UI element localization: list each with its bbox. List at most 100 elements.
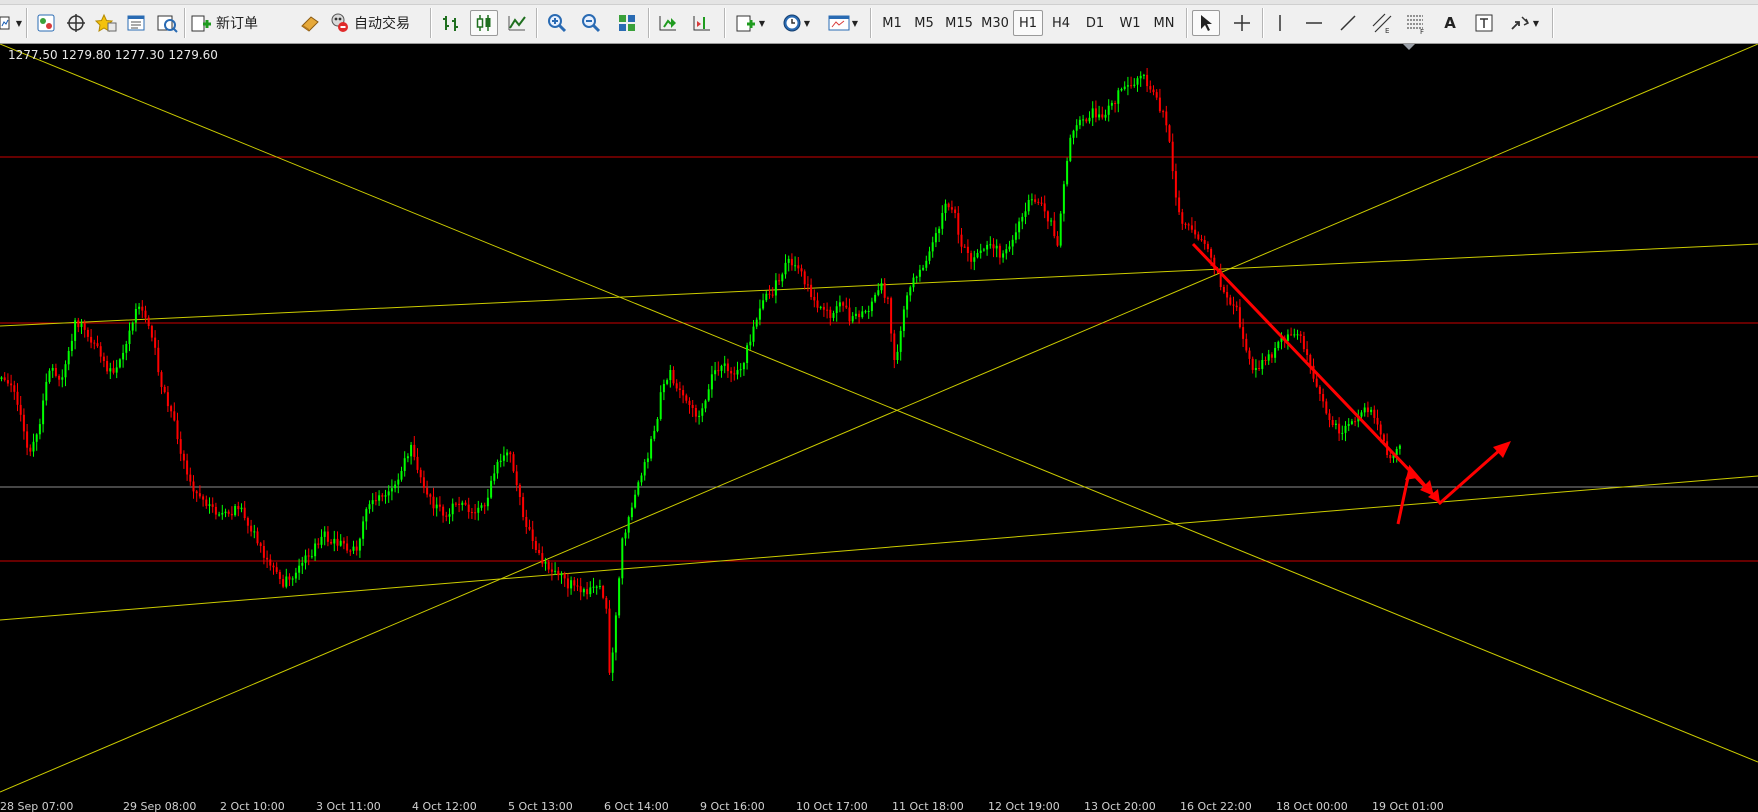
- bull-candle: [570, 580, 573, 589]
- bull-candle: [42, 400, 45, 425]
- trendline-upper-channel[interactable]: [0, 243, 1758, 327]
- chart-shift-marker[interactable]: [1403, 44, 1415, 50]
- periods-icon[interactable]: ▼: [776, 10, 816, 36]
- timeframe-m15[interactable]: M15: [942, 10, 976, 36]
- bull-candle: [1126, 85, 1129, 87]
- bar-chart-icon[interactable]: [438, 10, 464, 36]
- bull-candle: [707, 389, 710, 401]
- strategy-tester-icon[interactable]: [154, 10, 180, 36]
- timeframe-h4[interactable]: H4: [1046, 10, 1076, 36]
- crosshair-icon[interactable]: [1228, 10, 1256, 36]
- text-tool-icon[interactable]: A: [1436, 10, 1464, 36]
- bear-candle: [1152, 89, 1155, 93]
- new-chart-icon[interactable]: ▼: [0, 10, 22, 36]
- bear-candle: [829, 309, 832, 318]
- bear-candle: [1053, 220, 1056, 237]
- bear-candle: [269, 559, 272, 566]
- bear-candle: [509, 452, 512, 455]
- candlestick-series: [0, 68, 1401, 681]
- tile-windows-icon[interactable]: [614, 10, 640, 36]
- text-label-icon[interactable]: [1470, 10, 1498, 36]
- timeframe-m1[interactable]: M1: [878, 10, 906, 36]
- bear-candle: [317, 543, 320, 545]
- favorites-icon[interactable]: [94, 10, 118, 36]
- chart-shift-icon[interactable]: [688, 10, 716, 36]
- bear-candle: [1354, 421, 1357, 423]
- bull-candle: [74, 320, 77, 341]
- arrows-icon[interactable]: ▼: [1504, 10, 1544, 36]
- bear-candle: [797, 265, 800, 269]
- auto-trading-button[interactable]: 自动交易: [328, 10, 420, 36]
- bull-candle: [864, 311, 867, 313]
- bull-candle: [704, 400, 707, 409]
- bear-candle: [778, 280, 781, 282]
- candlestick-icon[interactable]: [470, 10, 498, 36]
- bear-candle: [518, 484, 521, 497]
- svg-text:F: F: [1420, 28, 1424, 34]
- bear-candle: [86, 329, 89, 337]
- equidistant-channel-icon[interactable]: E: [1368, 10, 1396, 36]
- timeframe-mn[interactable]: MN: [1148, 10, 1180, 36]
- bear-candle: [576, 585, 579, 587]
- menu-strip-remnant: [0, 0, 1758, 5]
- vertical-line-icon[interactable]: [1266, 10, 1294, 36]
- bear-candle: [429, 494, 432, 497]
- chart-canvas[interactable]: [0, 44, 1758, 800]
- bear-candle: [566, 578, 569, 589]
- bear-candle: [230, 513, 233, 516]
- autoscroll-icon[interactable]: [654, 10, 682, 36]
- navigator-icon[interactable]: [64, 10, 88, 36]
- time-label: 28 Sep 07:00: [0, 800, 74, 812]
- down-arrow-line[interactable]: [1191, 242, 1436, 498]
- zoom-in-icon[interactable]: [544, 10, 570, 36]
- trendline-falling[interactable]: [0, 44, 1758, 763]
- bear-candle: [1085, 119, 1088, 122]
- timeframe-m5[interactable]: M5: [910, 10, 938, 36]
- bear-candle: [1222, 287, 1225, 293]
- bear-candle: [1373, 409, 1376, 418]
- cursor-icon[interactable]: [1192, 10, 1220, 36]
- bear-candle: [1187, 224, 1190, 226]
- terminal-icon[interactable]: [124, 10, 148, 36]
- bear-candle: [243, 507, 246, 518]
- bear-candle: [1184, 223, 1187, 225]
- main-toolbar: ▼ 新订单 自动交易 ▼ ▼ ▼ M1 M5 M15 M30 H1 H4 D1 …: [0, 0, 1758, 44]
- market-watch-icon[interactable]: [34, 10, 58, 36]
- new-order-button[interactable]: 新订单: [190, 10, 288, 36]
- bear-candle: [77, 320, 80, 328]
- bear-candle: [83, 323, 86, 330]
- bear-candle: [733, 373, 736, 375]
- horizontal-line-icon[interactable]: [1300, 10, 1328, 36]
- indicators-icon[interactable]: ▼: [730, 10, 770, 36]
- fibonacci-icon[interactable]: F: [1402, 10, 1430, 36]
- bear-candle: [16, 391, 19, 405]
- bear-candle: [538, 550, 541, 554]
- trendline-rising[interactable]: [0, 44, 1758, 793]
- bull-candle: [1350, 421, 1353, 424]
- bull-candle: [870, 301, 873, 312]
- toolbar-separator: [536, 8, 537, 38]
- bear-candle: [112, 368, 115, 373]
- bull-candle: [589, 587, 592, 595]
- bull-candle: [35, 434, 38, 442]
- timeframe-h1[interactable]: H1: [1013, 10, 1043, 36]
- bull-candle: [451, 503, 454, 515]
- time-label: 9 Oct 16:00: [700, 800, 765, 812]
- price-chart[interactable]: 1277.50 1279.80 1277.30 1279.60 28 Sep 0…: [0, 44, 1758, 812]
- bear-candle: [768, 293, 771, 295]
- trendline-icon[interactable]: [1334, 10, 1362, 36]
- bull-candle: [1062, 184, 1065, 214]
- bull-candle: [1370, 409, 1373, 413]
- templates-icon[interactable]: ▼: [822, 10, 864, 36]
- timeframe-m30[interactable]: M30: [978, 10, 1012, 36]
- line-chart-icon[interactable]: [504, 10, 530, 36]
- bull-candle: [1286, 334, 1289, 341]
- timeframe-w1[interactable]: W1: [1114, 10, 1146, 36]
- bear-candle: [202, 496, 205, 500]
- timeframe-d1[interactable]: D1: [1080, 10, 1110, 36]
- history-icon[interactable]: [298, 10, 322, 36]
- bear-candle: [1322, 394, 1325, 402]
- zoom-out-icon[interactable]: [578, 10, 604, 36]
- bear-candle: [170, 406, 173, 412]
- bull-candle: [611, 652, 614, 673]
